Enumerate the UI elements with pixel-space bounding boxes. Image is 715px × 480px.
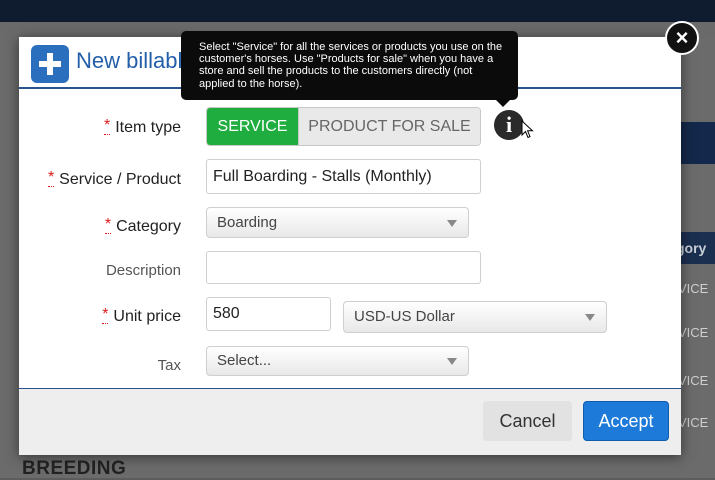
cancel-button[interactable]: Cancel — [483, 401, 572, 441]
description-field[interactable] — [206, 251, 481, 284]
plus-icon — [31, 45, 69, 83]
required-marker: * — [103, 117, 111, 135]
item-type-tooltip: Select "Service" for all the services or… — [181, 31, 518, 107]
product-for-sale-option[interactable]: PRODUCT FOR SALE — [298, 108, 480, 145]
required-marker: * — [104, 216, 112, 234]
background-section-title: BREEDING — [22, 458, 127, 479]
dialog-title: New billable — [76, 48, 195, 73]
background-header-block — [681, 122, 715, 164]
service-product-field[interactable]: Full Boarding - Stalls (Monthly) — [206, 159, 481, 194]
mouse-cursor-icon — [521, 120, 534, 139]
unit-price-label: * Unit price — [102, 306, 181, 325]
service-option[interactable]: SERVICE — [207, 108, 298, 145]
currency-select[interactable]: USD-US Dollar — [343, 301, 607, 333]
chevron-down-icon — [447, 358, 457, 365]
accept-button[interactable]: Accept — [583, 401, 669, 441]
info-icon[interactable]: i — [494, 110, 524, 140]
background-top-bar — [0, 0, 715, 22]
category-label: * Category — [104, 216, 181, 235]
chevron-down-icon — [447, 219, 457, 227]
dialog-footer — [19, 389, 681, 455]
service-product-label: * Service / Product — [47, 169, 181, 188]
tax-label: Tax — [157, 357, 181, 374]
required-marker: * — [102, 306, 109, 324]
description-label: Description — [105, 262, 181, 279]
category-select[interactable]: Boarding — [206, 207, 469, 238]
unit-price-field[interactable]: 580 — [206, 297, 331, 331]
required-marker: * — [47, 169, 55, 187]
chevron-down-icon — [585, 314, 595, 321]
item-type-label: * Item type — [103, 117, 181, 136]
close-icon[interactable]: × — [665, 21, 699, 55]
tax-select[interactable]: Select... — [206, 346, 469, 376]
item-type-toggle: SERVICE PRODUCT FOR SALE — [206, 107, 481, 146]
